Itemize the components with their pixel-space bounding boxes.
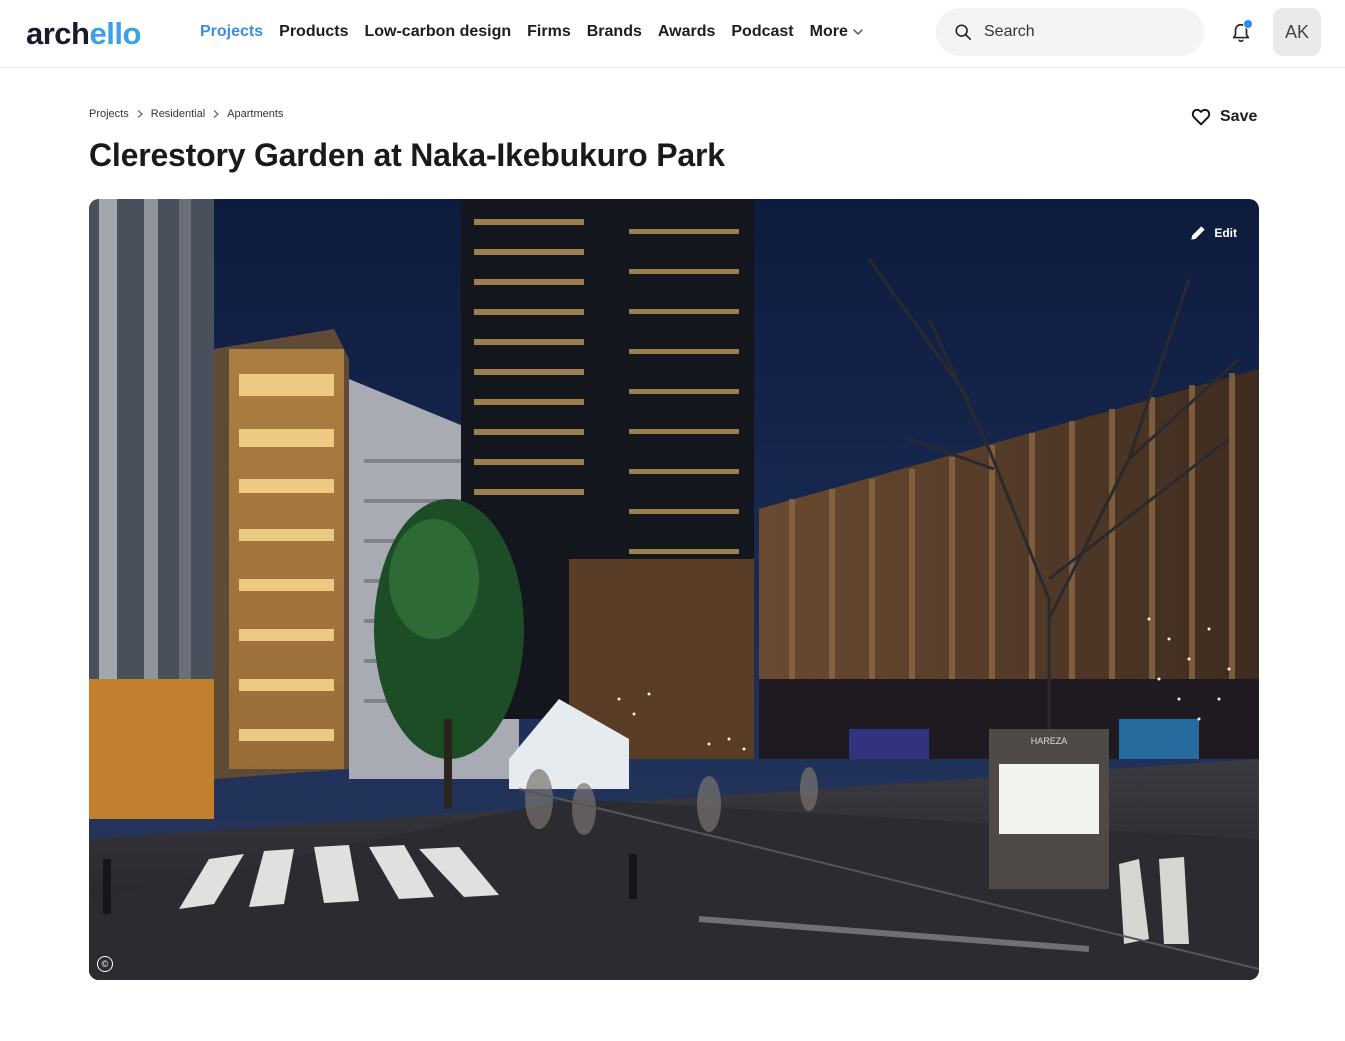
- chevron-right-icon: [213, 110, 220, 118]
- nav-more-label: More: [809, 23, 848, 40]
- chevron-right-icon: [137, 110, 143, 118]
- nav-item-podcast[interactable]: Podcast: [731, 20, 793, 44]
- breadcrumb-apartments[interactable]: Apartments: [227, 108, 283, 120]
- nav-item-projects[interactable]: Projects: [200, 20, 263, 44]
- search-input[interactable]: [984, 23, 1184, 41]
- edit-label: Edit: [1214, 226, 1237, 240]
- save-button[interactable]: Save: [1190, 106, 1257, 128]
- breadcrumb-residential[interactable]: Residential: [151, 108, 205, 120]
- project-photo: HAREZA: [89, 199, 1259, 980]
- breadcrumb: Projects Residential Apartments: [89, 108, 283, 120]
- main-nav: Projects Products Low-carbon design Firm…: [200, 20, 880, 44]
- kiosk-sign-text: HAREZA: [1031, 736, 1068, 746]
- hero-image[interactable]: HAREZA Edit ©: [89, 199, 1259, 980]
- edit-image-button[interactable]: Edit: [1188, 223, 1237, 243]
- top-navigation-bar: archello Projects Products Low-carbon de…: [0, 0, 1345, 68]
- heart-icon: [1191, 108, 1211, 126]
- breadcrumb-projects[interactable]: Projects: [89, 108, 129, 120]
- nav-item-firms[interactable]: Firms: [527, 20, 571, 44]
- notifications-button[interactable]: [1227, 19, 1255, 47]
- page-title: Clerestory Garden at Naka-Ikebukuro Park: [89, 137, 725, 173]
- nav-item-low-carbon-design[interactable]: Low-carbon design: [364, 20, 511, 44]
- user-avatar[interactable]: AK: [1273, 8, 1321, 56]
- chevron-down-icon: [853, 29, 863, 35]
- copyright-icon[interactable]: ©: [97, 956, 113, 972]
- nav-item-products[interactable]: Products: [279, 20, 348, 44]
- search-icon: [955, 24, 972, 41]
- nav-item-awards[interactable]: Awards: [658, 20, 716, 44]
- nav-more-dropdown[interactable]: More: [810, 20, 864, 44]
- search-bar[interactable]: [936, 8, 1204, 56]
- nav-item-brands[interactable]: Brands: [587, 20, 642, 44]
- notification-badge-dot: [1243, 19, 1253, 29]
- save-label: Save: [1220, 108, 1258, 125]
- archello-logo[interactable]: archello: [26, 14, 141, 54]
- pencil-icon: [1191, 226, 1205, 240]
